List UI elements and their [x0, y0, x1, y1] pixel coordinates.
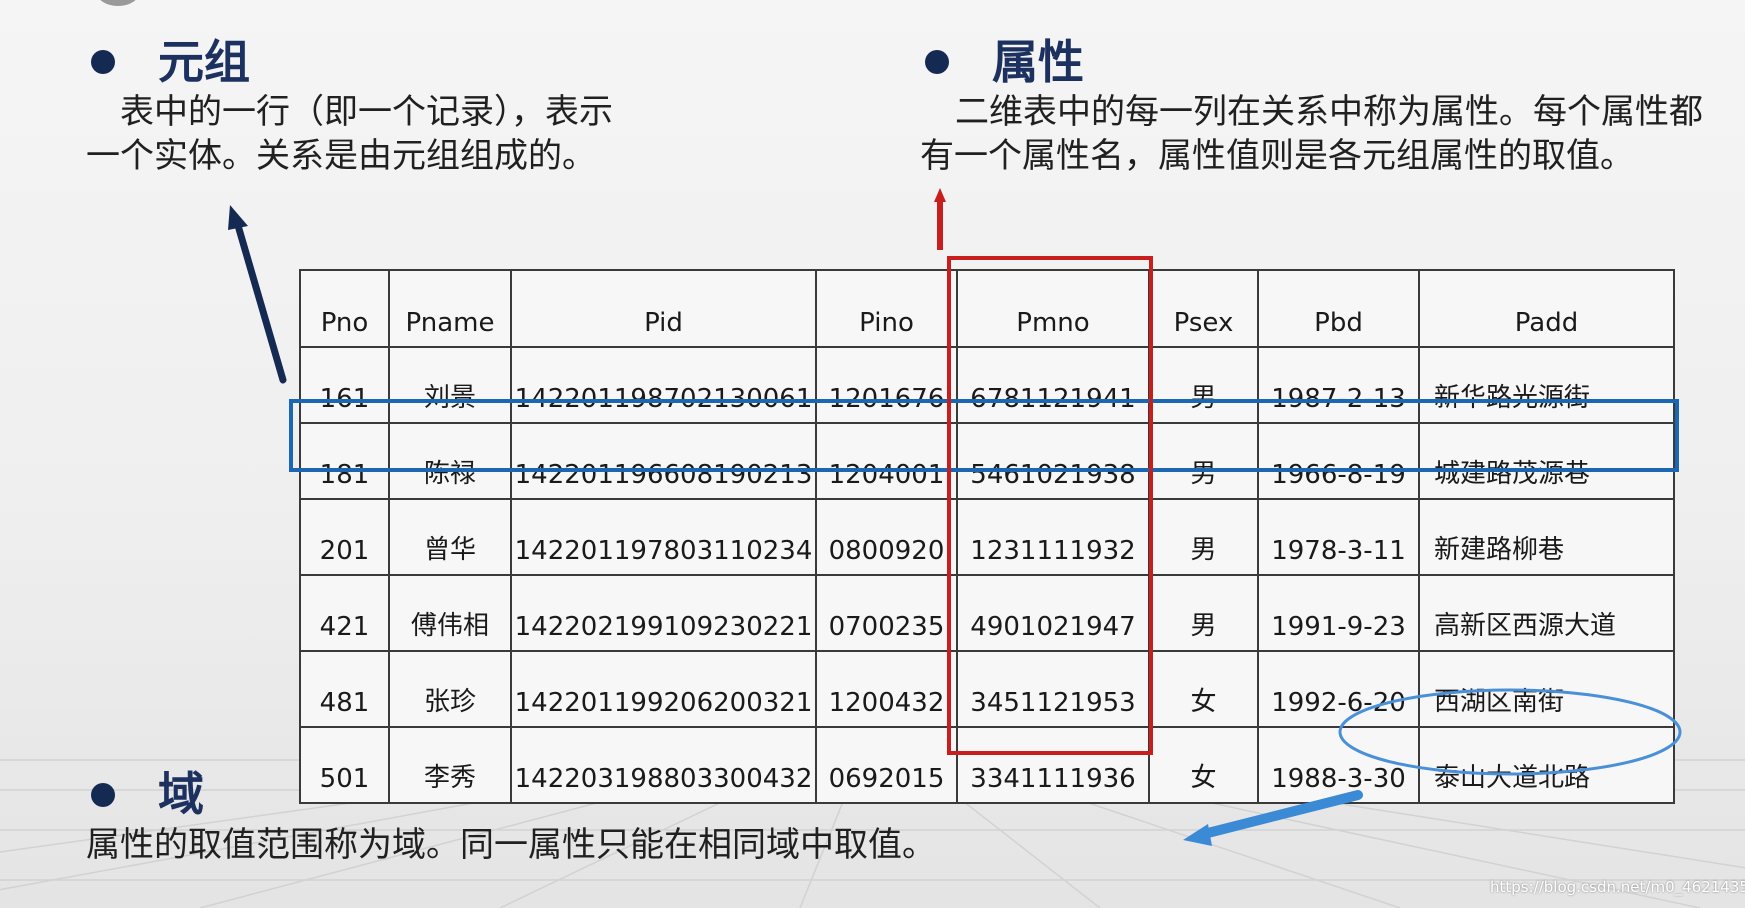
column-header: Pbd [1257, 269, 1420, 348]
column-header: Padd [1418, 269, 1675, 348]
table-cell: 高新区西源大道 [1418, 574, 1675, 652]
table-cell: 0692015 [815, 726, 958, 804]
domain-text-line1: 属性的取值范围称为域。同一属性只能在相同域中取值。 [86, 825, 936, 865]
table-cell: 142201197803110234 [510, 498, 817, 576]
tuple-heading: 元组 [158, 35, 250, 89]
table-cell: 201 [299, 498, 390, 576]
table-cell: 新建路柳巷 [1418, 498, 1675, 576]
table-cell: 泰山大道北路 [1418, 726, 1675, 804]
attribute-text-line1: 二维表中的每一列在关系中称为属性。每个属性都 [955, 92, 1703, 132]
column-header: Pino [815, 269, 958, 348]
column-header: Pname [388, 269, 512, 348]
table-cell: 501 [299, 726, 390, 804]
table-cell: 曾华 [388, 498, 512, 576]
attribute-text-line2: 有一个属性名，属性值则是各元组属性的取值。 [920, 136, 1634, 176]
table-cell: 傅伟相 [388, 574, 512, 652]
table-cell: 1992-6-20 [1257, 650, 1420, 728]
table-cell: 李秀 [388, 726, 512, 804]
column-header: Pno [299, 269, 390, 348]
tuple-text-line1: 表中的一行（即一个记录），表示 [120, 92, 613, 132]
attribute-column-highlight [947, 256, 1153, 755]
table-cell: 张珍 [388, 650, 512, 728]
domain-heading: 域 [158, 767, 204, 821]
table-cell: 1978-3-11 [1257, 498, 1420, 576]
watermark-url: https://blog.csdn.net/m0_46214355 [1490, 878, 1745, 896]
table-cell: 男 [1148, 498, 1259, 576]
bullet-dot-icon [91, 783, 115, 807]
table-cell: 0800920 [815, 498, 958, 576]
slide: 元组 表中的一行（即一个记录），表示 一个实体。关系是由元组组成的。 属性 二维… [0, 0, 1745, 908]
table-cell: 421 [299, 574, 390, 652]
table-cell: 女 [1148, 726, 1259, 804]
column-header: Pid [510, 269, 817, 348]
bullet-dot-icon [925, 50, 949, 74]
tuple-text-line2: 一个实体。关系是由元组组成的。 [86, 136, 596, 176]
attribute-heading: 属性 [992, 35, 1084, 89]
table-cell: 1200432 [815, 650, 958, 728]
table-cell: 0700235 [815, 574, 958, 652]
table-cell: 1991-9-23 [1257, 574, 1420, 652]
table-cell: 1988-3-30 [1257, 726, 1420, 804]
table-cell: 142201199206200321 [510, 650, 817, 728]
table-cell: 男 [1148, 574, 1259, 652]
column-header: Psex [1148, 269, 1259, 348]
bullet-dot-icon [91, 50, 115, 74]
table-cell: 142202199109230221 [510, 574, 817, 652]
table-cell: 142203198803300432 [510, 726, 817, 804]
table-cell: 西湖区南街 [1418, 650, 1675, 728]
table-cell: 女 [1148, 650, 1259, 728]
table-cell: 481 [299, 650, 390, 728]
